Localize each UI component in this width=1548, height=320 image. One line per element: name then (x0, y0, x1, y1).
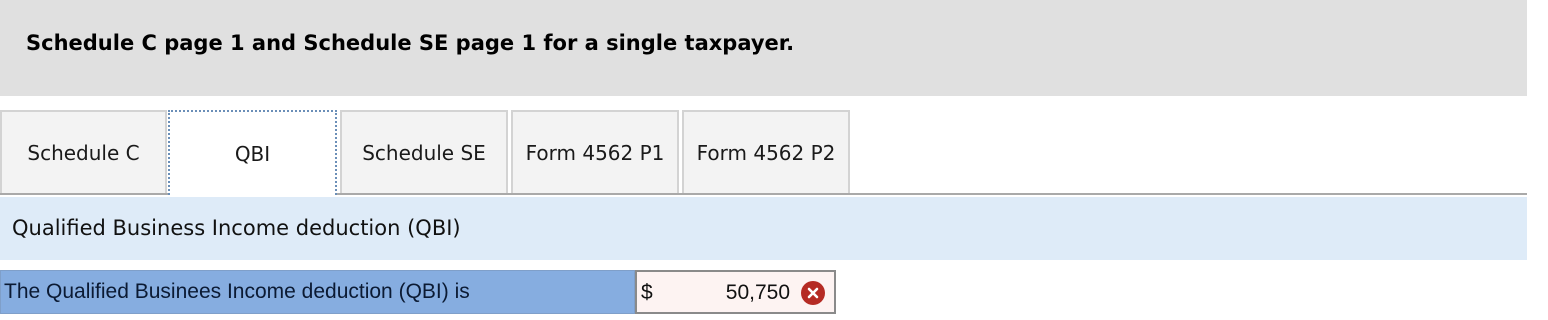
section-title: Qualified Business Income deduction (QBI… (12, 216, 461, 240)
qbi-deduction-label: The Qualified Businees Income deduction … (0, 270, 635, 314)
error-x-icon (801, 281, 825, 305)
tab-form-4562-p1[interactable]: Form 4562 P1 (511, 110, 679, 193)
tab-schedule-se-label: Schedule SE (362, 140, 486, 165)
qbi-deduction-label-text: The Qualified Businees Income deduction … (4, 280, 470, 303)
page-title: Schedule C page 1 and Schedule SE page 1… (26, 31, 795, 55)
qbi-deduction-input[interactable]: $ 50,750 (635, 270, 836, 314)
tab-form-4562-p2[interactable]: Form 4562 P2 (682, 110, 850, 193)
qbi-deduction-value[interactable]: 50,750 (726, 281, 790, 305)
tab-schedule-c-label: Schedule C (27, 140, 140, 165)
tab-qbi[interactable]: QBI (168, 110, 337, 195)
tab-qbi-label: QBI (234, 141, 271, 166)
tab-schedule-c[interactable]: Schedule C (0, 110, 167, 193)
tab-form-4562-p2-label: Form 4562 P2 (696, 140, 836, 165)
tab-schedule-se[interactable]: Schedule SE (340, 110, 508, 193)
tab-form-4562-p1-label: Form 4562 P1 (525, 140, 665, 165)
currency-symbol: $ (641, 281, 653, 304)
error-x-glyph (807, 287, 819, 299)
